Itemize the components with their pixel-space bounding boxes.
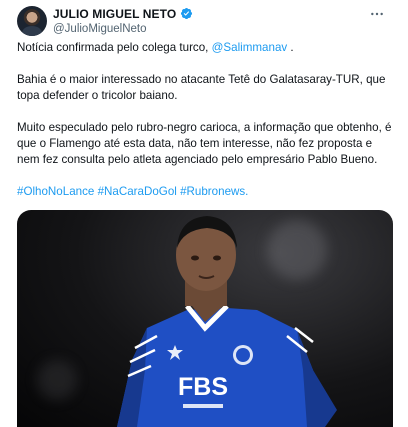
tweet-paragraph-1: Notícia confirmada pelo colega turco, @S… [17,41,294,54]
tweet-card[interactable]: JULIO MIGUEL NETO @JulioMiguelNeto Notíc… [0,0,408,427]
sponsor-text: FBS [178,373,228,401]
verified-badge-icon [181,7,193,20]
player-photo-icon: FBS [117,216,337,427]
author-display-name[interactable]: JULIO MIGUEL NETO [53,7,176,21]
mention-link[interactable]: @Salimmanav [212,41,288,54]
hashtag-row: #OlhoNoLance #NaCaraDoGol #Rubronews. [17,184,397,200]
tweet-paragraph-2: Bahia é o maior interessado no atacante … [17,73,386,102]
tweet-media-image[interactable]: FBS [17,210,393,427]
tweet-header: JULIO MIGUEL NETO @JulioMiguelNeto [53,6,353,35]
avatar[interactable] [17,6,47,36]
more-options-button[interactable] [366,5,388,23]
tweet-text: Notícia confirmada pelo colega turco, @S… [17,40,397,200]
author-handle[interactable]: @JulioMiguelNeto [53,23,353,35]
more-horizontal-icon [371,12,383,16]
hashtag-link[interactable]: #NaCaraDoGol [98,185,177,198]
hashtag-link[interactable]: #OlhoNoLance [17,185,94,198]
hashtag-link[interactable]: #Rubronews. [180,185,248,198]
tweet-paragraph-3: Muito especulado pelo rubro-negro carioc… [17,121,392,166]
